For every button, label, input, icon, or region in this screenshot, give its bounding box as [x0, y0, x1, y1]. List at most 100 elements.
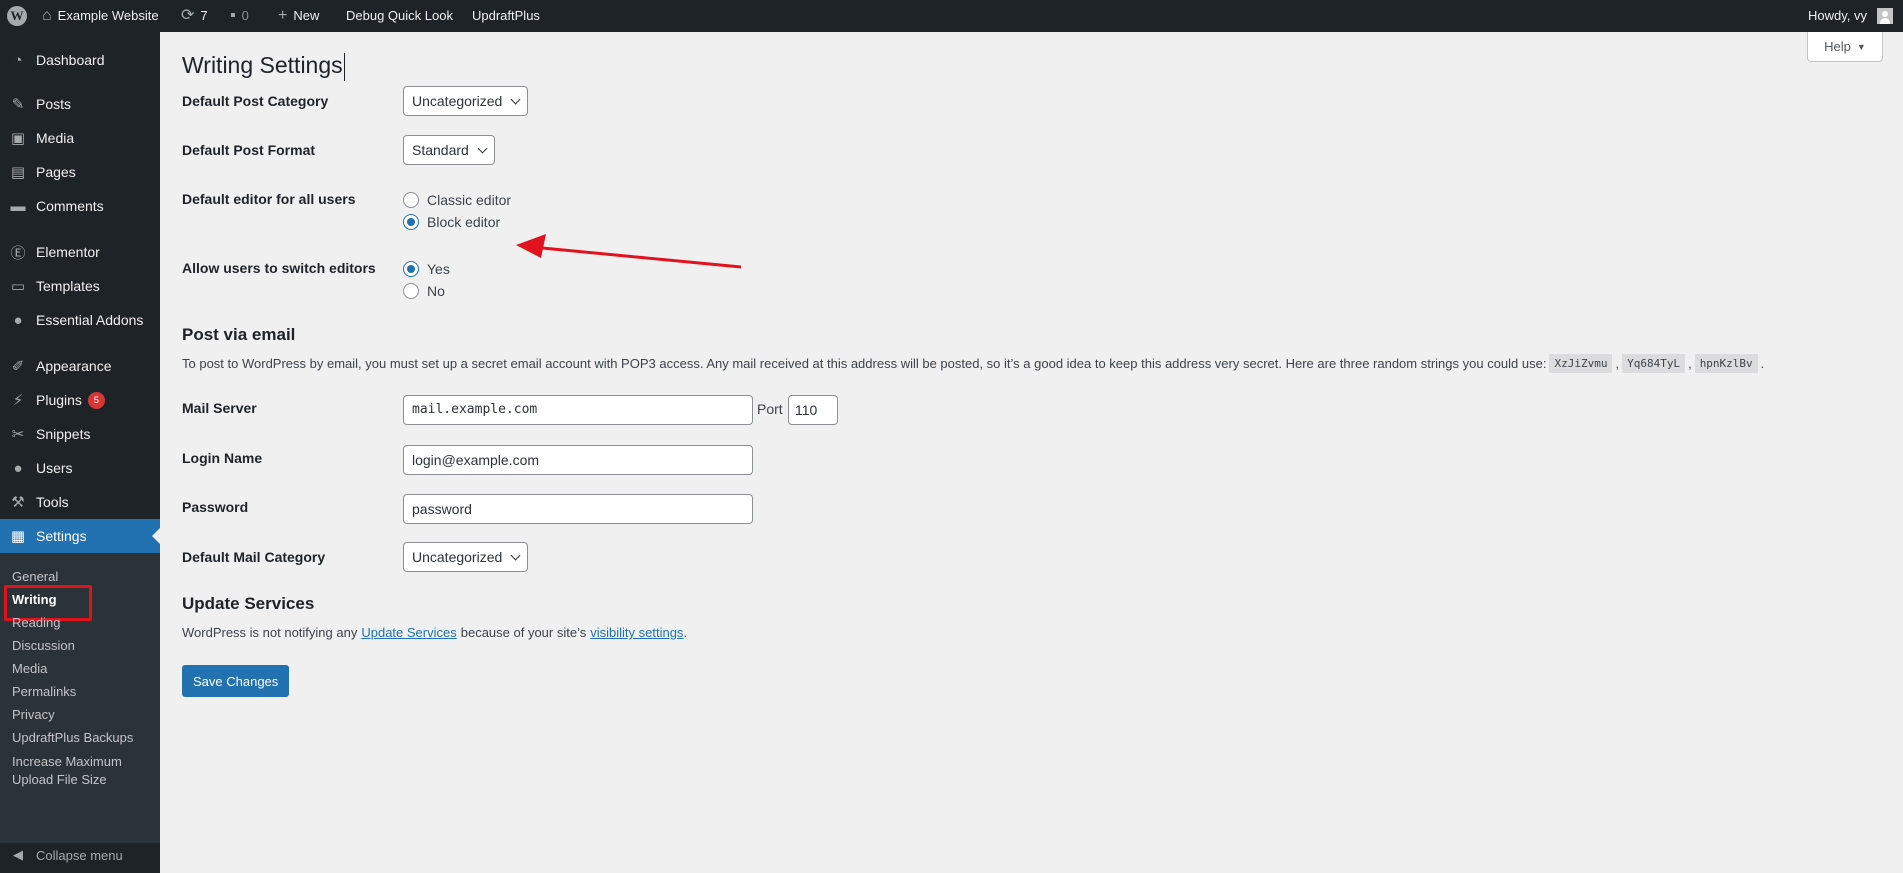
- allow-switch-editors-label: Allow users to switch editors: [182, 260, 376, 276]
- help-tab-button[interactable]: Help ▼: [1807, 32, 1883, 62]
- sidebar-item-media[interactable]: ▣ Media: [0, 121, 160, 155]
- classic-editor-label: Classic editor: [427, 192, 512, 208]
- collapse-arrow-icon: ◀: [13, 847, 23, 862]
- allow-switch-no-option[interactable]: No: [403, 283, 445, 299]
- password-input[interactable]: password: [403, 494, 753, 524]
- media-icon: ▣: [10, 130, 26, 147]
- sidebar-item-label: Dashboard: [36, 52, 105, 68]
- sidebar-item-label: Snippets: [36, 426, 91, 442]
- port-label: Port: [757, 401, 783, 417]
- sidebar-item-tools[interactable]: ⚒ Tools: [0, 485, 160, 519]
- post-via-email-heading: Post via email: [182, 325, 296, 344]
- wrench-icon: ⚒: [11, 494, 25, 511]
- submenu-item-general[interactable]: General: [12, 568, 58, 586]
- sidebar-item-users[interactable]: ● Users: [0, 451, 160, 485]
- submenu-item-increase-max-upload-line2[interactable]: Upload File Size: [12, 771, 107, 789]
- updates-count: 7: [200, 8, 208, 23]
- yes-label: Yes: [427, 261, 450, 277]
- wp-logo-menu[interactable]: W: [7, 0, 27, 32]
- default-mail-category-select[interactable]: Uncategorized: [403, 542, 529, 572]
- default-mail-category-label: Default Mail Category: [182, 549, 326, 565]
- submenu-item-discussion[interactable]: Discussion: [12, 637, 75, 655]
- updraftplus-menu[interactable]: UpdraftPlus: [472, 0, 540, 32]
- sidebar-item-comments[interactable]: ▬ Comments: [0, 189, 160, 223]
- sidebar-item-label: Elementor: [36, 244, 100, 260]
- debug-label: Debug Quick Look: [346, 8, 453, 23]
- separator: .: [1760, 356, 1765, 371]
- mail-server-label: Mail Server: [182, 400, 257, 416]
- collapse-menu-button[interactable]: ◀ Collapse menu: [0, 837, 160, 873]
- sidebar-item-plugins[interactable]: ⚡ Plugins 5: [0, 383, 160, 417]
- sidebar-item-essential-addons[interactable]: ● Essential Addons: [0, 303, 160, 337]
- sidebar-item-label: Essential Addons: [36, 312, 144, 328]
- separator: ,: [1615, 356, 1620, 371]
- sidebar-item-label: Users: [36, 460, 73, 476]
- sidebar-item-dashboard[interactable]: ◔ Dashboard: [0, 43, 160, 77]
- refresh-icon: ⟳: [181, 7, 195, 24]
- sidebar-item-pages[interactable]: ▤ Pages: [0, 155, 160, 189]
- sidebar-item-label: Tools: [36, 494, 69, 510]
- block-editor-radio[interactable]: [403, 214, 419, 230]
- collapse-label: Collapse menu: [36, 847, 123, 863]
- update-services-link[interactable]: Update Services: [361, 625, 456, 640]
- comments-menu[interactable]: ▪ 0: [230, 0, 249, 32]
- sidebar-item-label: Appearance: [36, 358, 112, 374]
- page-title: Writing Settings: [182, 52, 345, 81]
- settings-icon: ▦: [10, 528, 26, 545]
- debug-quick-look-menu[interactable]: Debug Quick Look: [346, 0, 453, 32]
- updates-menu[interactable]: ⟳ 7: [181, 0, 208, 32]
- allow-switch-no-radio[interactable]: [403, 283, 419, 299]
- plug-icon: ⚡: [12, 392, 24, 409]
- brush-icon: ✐: [11, 358, 25, 375]
- sidebar-item-templates[interactable]: ▭ Templates: [0, 269, 160, 303]
- default-post-category-label: Default Post Category: [182, 93, 329, 109]
- save-changes-button[interactable]: Save Changes: [182, 665, 290, 697]
- text: .: [683, 625, 688, 640]
- submenu-item-increase-max-upload[interactable]: Increase Maximum: [12, 753, 122, 771]
- sidebar-item-label: Pages: [36, 164, 76, 180]
- default-post-format-select[interactable]: Standard: [403, 135, 495, 165]
- text: WordPress is not notifying any: [182, 625, 358, 640]
- classic-editor-option[interactable]: Classic editor: [403, 192, 511, 208]
- new-content-menu[interactable]: + New: [278, 0, 319, 32]
- sidebar-item-appearance[interactable]: ✐ Appearance: [0, 349, 160, 383]
- random-string-1: XzJiZvmu: [1549, 354, 1613, 373]
- sidebar-item-settings[interactable]: ▦ Settings: [0, 519, 160, 553]
- allow-switch-yes-radio[interactable]: [403, 261, 419, 277]
- user-icon: ●: [13, 459, 23, 477]
- login-name-input[interactable]: login@example.com: [403, 445, 753, 475]
- sidebar-item-posts[interactable]: ✎ Posts: [0, 87, 160, 121]
- submenu-item-privacy[interactable]: Privacy: [12, 706, 55, 724]
- visibility-settings-link[interactable]: visibility settings: [590, 625, 683, 640]
- submenu-item-reading[interactable]: Reading: [12, 614, 60, 632]
- ea-icon: ●: [13, 311, 23, 329]
- block-editor-option[interactable]: Block editor: [403, 214, 500, 230]
- select-value: Standard: [412, 142, 469, 158]
- submenu-item-media[interactable]: Media: [12, 660, 47, 678]
- random-string-3: hpnKzlBv: [1694, 354, 1758, 373]
- default-post-category-select[interactable]: Uncategorized: [403, 86, 529, 116]
- site-name-menu[interactable]: ⌂ Example Website: [42, 0, 159, 32]
- allow-switch-yes-option[interactable]: Yes: [403, 261, 450, 277]
- help-label: Help: [1824, 39, 1851, 54]
- admin-sidebar: ◔ Dashboard ✎ Posts ▣ Media ▤ Pages ▬ Co…: [0, 32, 160, 873]
- update-services-heading: Update Services: [182, 594, 315, 613]
- chevron-down-icon: [477, 143, 488, 153]
- sidebar-item-snippets[interactable]: ✂ Snippets: [0, 417, 160, 451]
- my-account-menu[interactable]: Howdy, vy: [1808, 0, 1893, 32]
- sidebar-item-label: Comments: [36, 198, 104, 214]
- select-value: Uncategorized: [412, 93, 503, 109]
- description-text: To post to WordPress by email, you must …: [182, 356, 1547, 371]
- caret-down-icon: ▼: [1856, 41, 1866, 52]
- page-title-text: Writing Settings: [182, 52, 343, 78]
- updraft-label: UpdraftPlus: [472, 8, 540, 23]
- sidebar-item-label: Media: [36, 130, 75, 146]
- mail-server-input[interactable]: mail.example.com: [403, 395, 753, 425]
- sidebar-item-elementor[interactable]: Ⓔ Elementor: [0, 235, 160, 269]
- submenu-item-updraftplus-backups[interactable]: UpdraftPlus Backups: [12, 729, 133, 747]
- submenu-item-permalinks[interactable]: Permalinks: [12, 683, 76, 701]
- classic-editor-radio[interactable]: [403, 192, 419, 208]
- port-input[interactable]: 110: [788, 395, 838, 425]
- howdy-text: Howdy, vy: [1808, 8, 1867, 23]
- comments-count: 0: [241, 8, 249, 23]
